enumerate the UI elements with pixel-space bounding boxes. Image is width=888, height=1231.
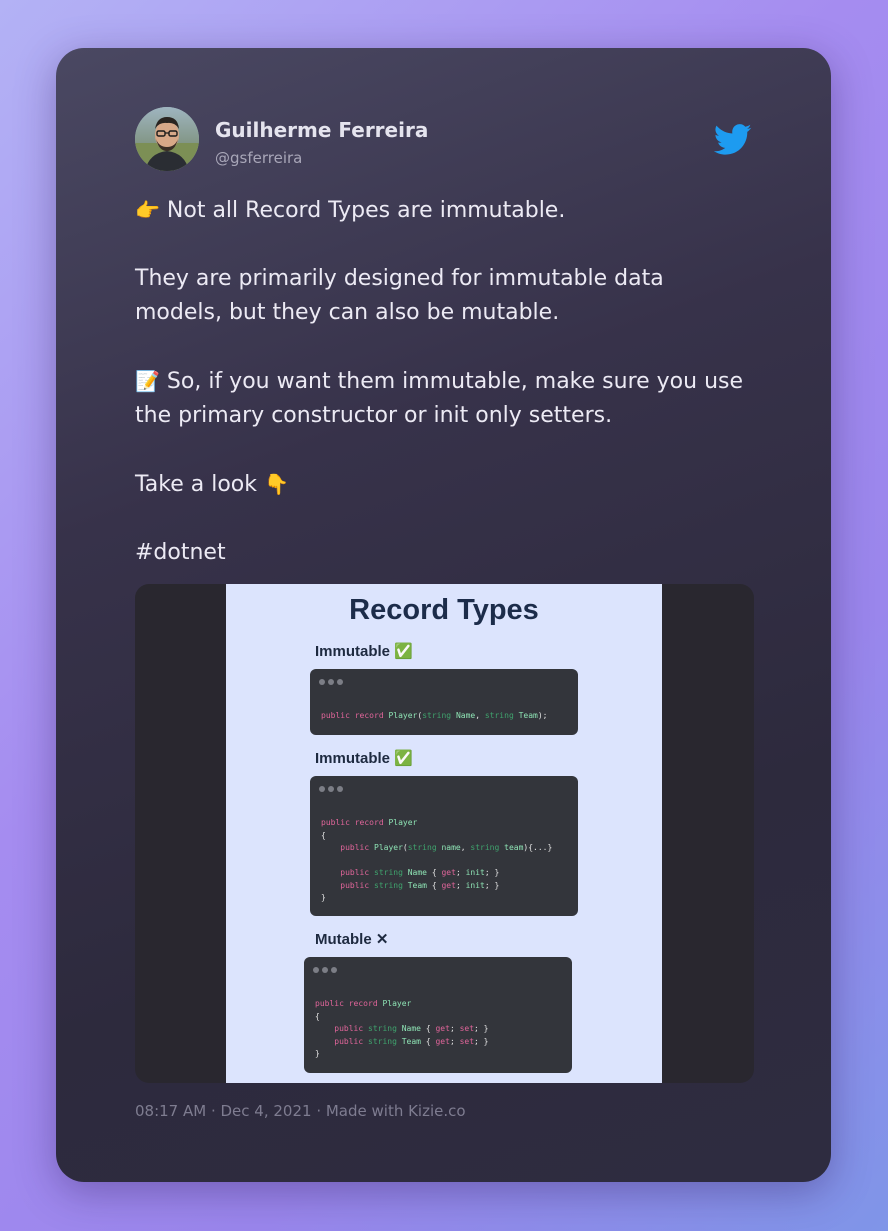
tweet-line-4-text: Take a look	[135, 472, 258, 497]
code-block-2: public record Player { public Player(str…	[310, 776, 578, 916]
tweet-card: Guilherme Ferreira @gsferreira 👉 Not all…	[56, 48, 831, 1182]
twitter-bird-icon[interactable]	[714, 124, 752, 156]
code-block-3: public record Player { public string Nam…	[304, 957, 572, 1073]
code-block-1: public record Player(string Name, string…	[310, 669, 578, 735]
avatar-photo	[135, 107, 199, 171]
tweet-line-1: 👉 Not all Record Types are immutable.	[135, 193, 755, 228]
hashtag-dotnet[interactable]: #dotnet	[135, 536, 755, 570]
author-name[interactable]: Guilherme Ferreira	[215, 118, 428, 142]
tweet-line-3: 📝 So, if you want them immutable, make s…	[135, 364, 755, 433]
tweet-line-3-text: So, if you want them immutable, make sur…	[135, 369, 744, 428]
record-types-slide: Record Types Immutable ✅ public record P…	[226, 584, 662, 1083]
tweet-line-4: Take a look 👇	[135, 467, 755, 502]
avatar[interactable]	[135, 107, 199, 171]
tweet-footer[interactable]: 08:17 AM · Dec 4, 2021 · Made with Kizie…	[135, 1102, 466, 1120]
section-label-immutable-1: Immutable ✅	[315, 643, 413, 660]
code-line: public record Player(string Name, string…	[321, 711, 548, 720]
window-dots-icon	[319, 677, 346, 690]
window-dots-icon	[313, 965, 340, 978]
section-label-mutable: Mutable ✕	[315, 931, 389, 948]
tweet-line-2: They are primarily designed for immutabl…	[135, 266, 664, 325]
slide-title: Record Types	[349, 594, 539, 626]
tweet-line-1-text: Not all Record Types are immutable.	[166, 198, 566, 223]
window-dots-icon	[319, 784, 346, 797]
tweet-media[interactable]: Record Types Immutable ✅ public record P…	[135, 584, 754, 1083]
tweet-text: 👉 Not all Record Types are immutable. Th…	[135, 193, 755, 570]
code-lines: public record Player { public string Nam…	[315, 999, 489, 1058]
point-right-emoji: 👉	[135, 198, 160, 222]
author-handle[interactable]: @gsferreira	[215, 149, 302, 167]
point-down-emoji: 👇	[264, 472, 289, 496]
code-lines: public record Player { public Player(str…	[321, 818, 553, 902]
section-label-immutable-2: Immutable ✅	[315, 750, 413, 767]
memo-emoji: 📝	[135, 369, 160, 393]
